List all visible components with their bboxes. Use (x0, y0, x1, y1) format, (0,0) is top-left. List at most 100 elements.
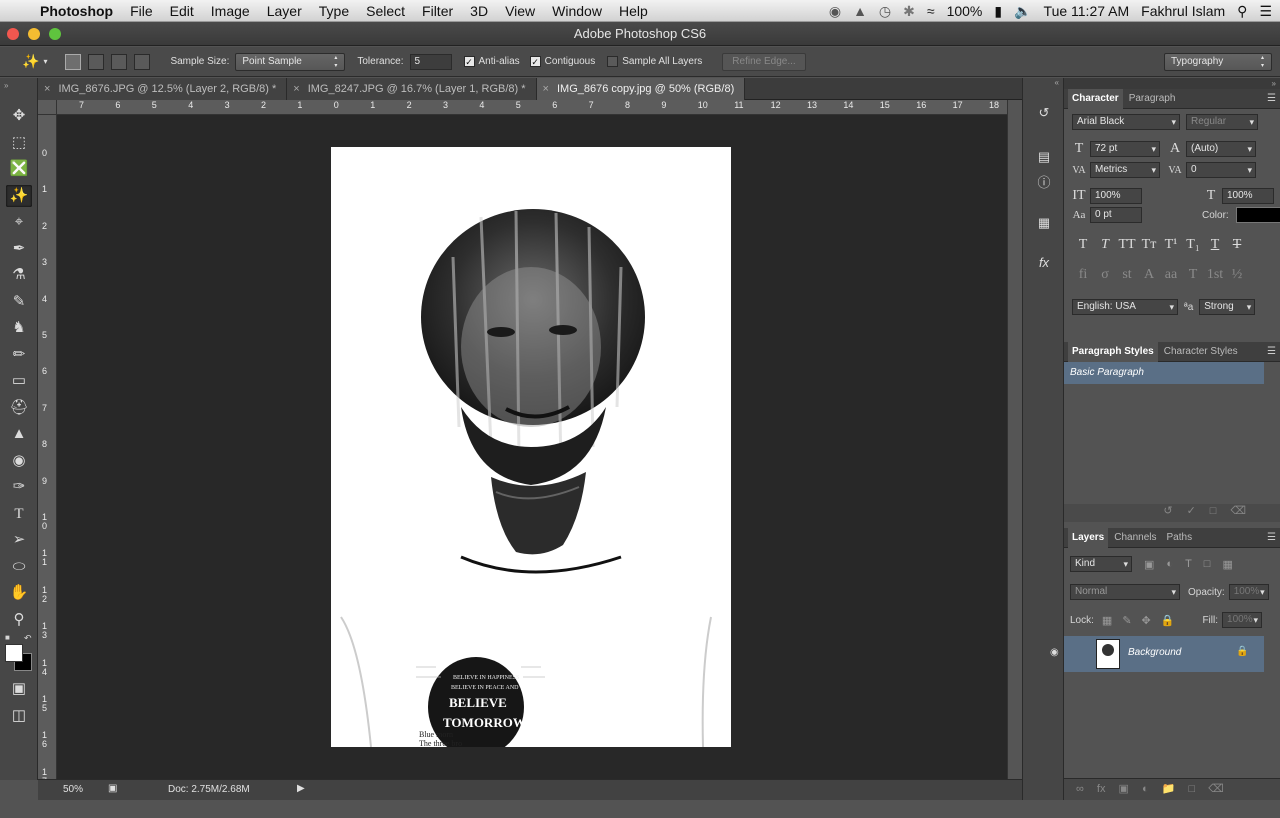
horizontal-scale-input[interactable]: 100% (1222, 188, 1274, 204)
tab-character-styles[interactable]: Character Styles (1160, 342, 1242, 362)
styles-panel-icon[interactable]: fx (1032, 252, 1056, 274)
clone-stamp-tool-icon[interactable]: ♞ (6, 317, 32, 339)
tab-paragraph[interactable]: Paragraph (1125, 89, 1180, 109)
fractions-button[interactable]: ½ (1226, 267, 1248, 283)
sample-all-layers-checkbox[interactable] (607, 56, 619, 67)
tab-channels[interactable]: Channels (1110, 528, 1160, 548)
spotlight-icon[interactable]: ⚲ (1237, 3, 1247, 20)
tab-paths[interactable]: Paths (1163, 528, 1197, 548)
antialias-select[interactable]: Strong (1199, 299, 1256, 315)
ruler-origin[interactable] (38, 100, 57, 115)
filter-shape-icon[interactable]: □ (1204, 558, 1211, 570)
export-icon[interactable]: ▣ (108, 783, 117, 794)
discretionary-ligatures-button[interactable]: st (1116, 267, 1138, 283)
new-selection-button[interactable] (65, 53, 82, 70)
document-canvas[interactable]: BELIEVE IN HAPPINESS BELIEVE IN PEACE AN… (331, 147, 731, 747)
filter-type-icon[interactable]: T (1185, 558, 1192, 570)
lock-position-icon[interactable]: ✥ (1142, 614, 1151, 627)
style-item-basic-paragraph[interactable]: Basic Paragraph (1064, 362, 1264, 384)
lock-image-icon[interactable]: ✎ (1122, 614, 1131, 627)
font-style-select[interactable]: Regular (1186, 114, 1258, 130)
clock[interactable]: Tue 11:27 AM (1044, 3, 1130, 19)
faux-bold-button[interactable]: T (1072, 237, 1094, 253)
menu-app-name[interactable]: Photoshop (40, 3, 113, 19)
vertical-scale-input[interactable]: 100% (1090, 188, 1142, 204)
new-style-icon[interactable]: □ (1210, 505, 1231, 517)
preset-dropdown-arrow-icon[interactable]: ▾ (43, 57, 47, 66)
opacity-input[interactable]: 100% (1228, 584, 1269, 600)
user-name[interactable]: Fakhrul Islam (1141, 3, 1225, 19)
vertical-ruler[interactable]: 01234567891 01 11 21 31 41 51 61 7 (38, 115, 57, 785)
menu-filter[interactable]: Filter (422, 3, 453, 19)
blur-tool-icon[interactable]: ▲ (6, 423, 32, 445)
notification-icon[interactable]: ▲ (853, 3, 867, 19)
menu-select[interactable]: Select (366, 3, 405, 19)
tracking-select[interactable]: 0 (1186, 162, 1256, 178)
notification-center-icon[interactable]: ☰ (1259, 3, 1272, 20)
delete-style-icon[interactable]: ⌫ (1230, 505, 1260, 517)
collapse-dock-icon[interactable]: « (1023, 78, 1063, 98)
font-family-select[interactable]: Arial Black (1072, 114, 1180, 130)
history-brush-tool-icon[interactable]: ✏ (6, 344, 32, 366)
ellipse-tool-icon[interactable]: ⬭ (6, 556, 32, 578)
battery-percent[interactable]: 100% (947, 3, 983, 19)
language-select[interactable]: English: USA (1072, 299, 1178, 315)
close-window-button[interactable] (7, 28, 19, 40)
ligatures-button[interactable]: fi (1072, 267, 1094, 283)
history-panel-icon[interactable]: ↺ (1032, 102, 1056, 124)
new-layer-icon[interactable]: □ (1188, 783, 1195, 795)
menu-view[interactable]: View (505, 3, 535, 19)
strikethrough-button[interactable]: T (1226, 237, 1248, 253)
menu-file[interactable]: File (130, 3, 153, 19)
font-size-input[interactable]: 72 pt (1090, 141, 1160, 157)
titling-button[interactable]: T (1182, 267, 1204, 283)
close-tab-icon[interactable]: × (293, 78, 299, 100)
screen-mode-icon[interactable]: ◫ (6, 705, 32, 727)
subtract-selection-button[interactable] (111, 53, 128, 70)
baseline-shift-input[interactable]: 0 pt (1090, 207, 1142, 223)
foreground-color-swatch[interactable] (5, 644, 23, 662)
underline-button[interactable]: T (1204, 237, 1226, 253)
collapse-arrows-icon[interactable]: » (0, 78, 37, 102)
lock-all-icon[interactable]: 🔒 (1161, 614, 1175, 627)
redefine-style-icon[interactable]: ✓ (1187, 505, 1210, 517)
eraser-tool-icon[interactable]: ▭ (6, 370, 32, 392)
eyedropper-tool-icon[interactable]: ✒ (6, 238, 32, 260)
delete-layer-icon[interactable]: ⌫ (1208, 783, 1224, 795)
filter-pixel-icon[interactable]: ▣ (1144, 558, 1154, 571)
swash-button[interactable]: A (1138, 267, 1160, 283)
info-panel-icon[interactable]: ⓘ (1032, 172, 1056, 194)
vertical-scrollbar[interactable] (1007, 100, 1022, 779)
menu-window[interactable]: Window (552, 3, 602, 19)
canvas-area[interactable]: BELIEVE IN HAPPINESS BELIEVE IN PEACE AN… (57, 115, 1007, 779)
layer-name[interactable]: Background (1128, 647, 1181, 658)
subscript-button[interactable]: T₁ (1182, 237, 1204, 253)
layer-filter-select[interactable]: Kind (1070, 556, 1132, 572)
menu-type[interactable]: Type (319, 3, 349, 19)
close-tab-icon[interactable]: × (44, 78, 50, 100)
brush-tool-icon[interactable]: ✎ (6, 291, 32, 313)
link-layers-icon[interactable]: ∞ (1076, 783, 1084, 795)
bluetooth-icon[interactable]: ✱ (903, 3, 915, 20)
close-tab-icon[interactable]: × (543, 78, 549, 100)
ordinals-button[interactable]: 1st (1204, 267, 1226, 283)
add-mask-icon[interactable]: ▣ (1119, 783, 1129, 795)
contiguous-checkbox[interactable]: ✓ (529, 56, 541, 67)
hand-tool-icon[interactable]: ✋ (6, 582, 32, 604)
menu-layer[interactable]: Layer (267, 3, 302, 19)
horizontal-ruler[interactable]: 7 6 5 4 3 2 1 0 1 2 3 4 5 6 7 8 9 10 11 12 13 14 15 16 17 18 (57, 100, 1007, 115)
old-style-button[interactable]: σ (1094, 267, 1116, 283)
blend-mode-select[interactable]: Normal (1070, 584, 1180, 600)
clear-override-icon[interactable]: ↺ (1163, 505, 1186, 517)
leading-input[interactable]: (Auto) (1186, 141, 1256, 157)
zoom-window-button[interactable] (49, 28, 61, 40)
zoom-level[interactable]: 50% (63, 784, 83, 795)
text-color-swatch[interactable] (1235, 207, 1280, 223)
menu-edit[interactable]: Edit (170, 3, 194, 19)
battery-icon[interactable]: ▮ (994, 3, 1002, 20)
sample-size-select[interactable]: Point Sample (235, 52, 346, 71)
zoom-tool-icon[interactable]: ⚲ (6, 609, 32, 631)
default-colors-icon[interactable]: ■ (5, 633, 10, 642)
refine-edge-button[interactable]: Refine Edge... (722, 52, 806, 71)
creative-cloud-icon[interactable]: ◉ (829, 3, 841, 20)
